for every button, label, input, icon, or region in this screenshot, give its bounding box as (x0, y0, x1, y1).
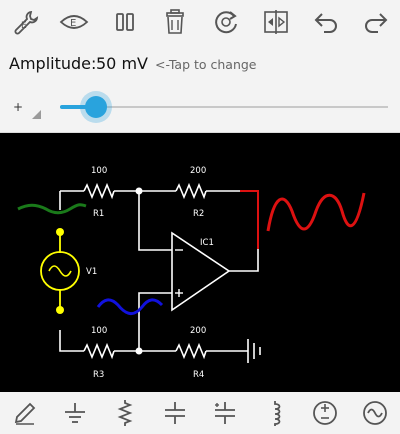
reset-icon[interactable] (204, 0, 248, 44)
input-waveform (17, 203, 87, 215)
amplitude-slider-thumb[interactable] (85, 96, 108, 118)
source-name: V1 (86, 267, 97, 277)
r2-name: R2 (193, 209, 204, 219)
undo-icon[interactable] (304, 0, 348, 44)
pencil-icon[interactable] (0, 392, 50, 434)
inductor-icon[interactable] (250, 392, 300, 434)
pause-icon[interactable] (103, 0, 147, 44)
amplitude-label: Amplitude: (9, 54, 97, 73)
eye-e-letter: E (70, 18, 76, 29)
amplitude-slider-track[interactable] (60, 106, 388, 108)
amplitude-row: Amplitude: 50 mV <-Tap to change (0, 44, 400, 84)
resistor-r1 (83, 182, 115, 200)
source-sine (48, 265, 72, 277)
redo-icon[interactable] (354, 0, 398, 44)
circuit-canvas[interactable]: 100 R1 200 R2 100 R3 200 R4 IC1 V1 (0, 133, 400, 392)
polar-capacitor-icon[interactable] (200, 392, 250, 434)
amplitude-hint[interactable]: <-Tap to change (155, 57, 257, 72)
spinner-plus[interactable]: + (13, 100, 23, 114)
eye-e-icon[interactable]: E (52, 0, 96, 44)
r1-name: R1 (93, 209, 104, 219)
r4-value: 200 (190, 326, 206, 336)
ground-symbol (247, 339, 261, 363)
source-terminal-bottom (56, 306, 64, 314)
slider-row: + (0, 84, 400, 133)
output-waveform (266, 192, 366, 232)
r3-name: R3 (93, 370, 104, 380)
r1-value: 100 (91, 166, 107, 176)
wrench-e-letter: E (21, 21, 27, 31)
source-terminal-top (56, 228, 64, 236)
capacitor-icon[interactable] (150, 392, 200, 434)
wire-feedback-minus (138, 191, 172, 251)
bottom-toolbar (0, 392, 400, 434)
r4-name: R4 (193, 370, 204, 380)
wire-output-highlight (240, 190, 259, 249)
flip-icon[interactable] (254, 0, 298, 44)
wire-output (229, 249, 259, 272)
top-toolbar: E E (0, 0, 400, 44)
opamp-name: IC1 (200, 238, 214, 248)
junction-top (135, 187, 143, 195)
resistor-icon[interactable] (100, 392, 150, 434)
amplitude-value[interactable]: 50 mV (96, 54, 148, 73)
spinner-corner-icon[interactable] (32, 110, 41, 119)
r3-value: 100 (91, 326, 107, 336)
plus-waveform (96, 298, 164, 315)
resistor-r4 (175, 342, 207, 360)
dc-source-icon[interactable] (300, 392, 350, 434)
ac-source-icon[interactable] (350, 392, 400, 434)
r2-value: 200 (190, 166, 206, 176)
junction-bottom (135, 347, 143, 355)
trash-icon[interactable] (153, 0, 197, 44)
wrench-e-icon[interactable]: E (3, 0, 47, 44)
ground-icon[interactable] (50, 392, 100, 434)
wire-left-lower (59, 330, 84, 352)
resistor-r3 (83, 342, 115, 360)
resistor-r2 (175, 182, 207, 200)
